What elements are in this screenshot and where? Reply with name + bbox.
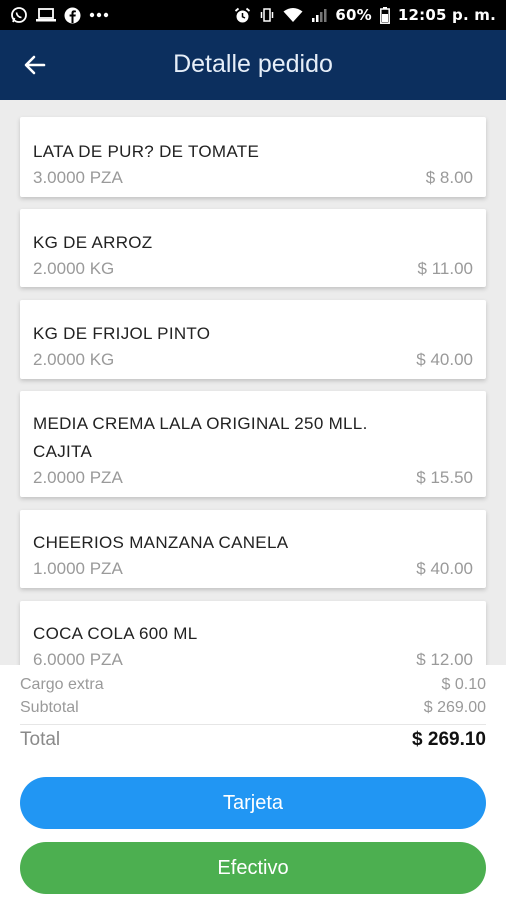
item-detail-row: 2.0000 KG $ 11.00 bbox=[33, 257, 473, 281]
extra-charge-row: Cargo extra $ 0.10 bbox=[20, 676, 486, 694]
list-item[interactable]: MEDIA CREMA LALA ORIGINAL 250 MLL. CAJIT… bbox=[20, 391, 486, 497]
list-item[interactable]: KG DE ARROZ 2.0000 KG $ 11.00 bbox=[20, 209, 486, 287]
item-price: $ 15.50 bbox=[416, 468, 473, 487]
item-name: COCA COLA 600 ML bbox=[33, 624, 198, 643]
item-quantity: 2.0000 KG bbox=[33, 350, 115, 369]
subtotal-row: Subtotal $ 269.00 bbox=[20, 699, 486, 717]
pay-cash-button[interactable]: Efectivo bbox=[20, 842, 486, 894]
item-price: $ 12.00 bbox=[416, 650, 473, 665]
vibrate-icon bbox=[259, 7, 275, 23]
total-value: $ 269.10 bbox=[412, 729, 486, 750]
page-title: Detalle pedido bbox=[173, 50, 333, 78]
divider bbox=[20, 724, 486, 725]
signal-icon bbox=[311, 7, 327, 23]
more-icon bbox=[89, 12, 109, 18]
status-bar: 60% 12:05 p. m. bbox=[0, 0, 506, 30]
item-quantity: 2.0000 PZA bbox=[33, 468, 123, 487]
subtotal-value: $ 269.00 bbox=[423, 699, 486, 716]
item-quantity: 1.0000 PZA bbox=[33, 559, 123, 578]
wifi-icon bbox=[283, 7, 303, 23]
status-right-icons: 60% 12:05 p. m. bbox=[234, 6, 496, 24]
totals-panel: Cargo extra $ 0.10 Subtotal $ 269.00 Tot… bbox=[0, 665, 506, 765]
extra-charge-label: Cargo extra bbox=[20, 676, 104, 693]
total-row: Total $ 269.10 bbox=[20, 729, 486, 751]
list-item[interactable]: COCA COLA 600 ML 6.0000 PZA $ 12.00 bbox=[20, 601, 486, 665]
battery-icon bbox=[379, 6, 390, 24]
item-quantity: 6.0000 PZA bbox=[33, 650, 123, 665]
item-detail-row: 1.0000 PZA $ 40.00 bbox=[33, 557, 473, 581]
item-price: $ 40.00 bbox=[416, 350, 473, 369]
list-item[interactable]: LATA DE PUR? DE TOMATE 3.0000 PZA $ 8.00 bbox=[20, 117, 486, 197]
order-items-list[interactable]: LATA DE PUR? DE TOMATE 3.0000 PZA $ 8.00… bbox=[0, 100, 506, 665]
item-name: CHEERIOS MANZANA CANELA bbox=[33, 533, 289, 552]
list-item[interactable]: KG DE FRIJOL PINTO 2.0000 KG $ 40.00 bbox=[20, 300, 486, 379]
payment-buttons: Tarjeta Efectivo bbox=[0, 765, 506, 900]
alarm-icon bbox=[234, 7, 251, 24]
pay-card-button[interactable]: Tarjeta bbox=[20, 777, 486, 829]
laptop-icon bbox=[36, 7, 56, 23]
facebook-icon bbox=[64, 7, 81, 24]
subtotal-label: Subtotal bbox=[20, 699, 79, 716]
item-price: $ 8.00 bbox=[425, 168, 473, 187]
item-detail-row: 3.0000 PZA $ 8.00 bbox=[33, 166, 473, 190]
battery-percent: 60% bbox=[335, 6, 372, 24]
item-name: KG DE FRIJOL PINTO bbox=[33, 324, 211, 343]
item-name: LATA DE PUR? DE TOMATE bbox=[33, 142, 260, 161]
extra-charge-value: $ 0.10 bbox=[441, 676, 486, 693]
item-price: $ 11.00 bbox=[417, 259, 473, 278]
app-bar: Detalle pedido bbox=[0, 30, 506, 100]
item-name: MEDIA CREMA LALA ORIGINAL 250 MLL. bbox=[33, 414, 368, 433]
list-item[interactable]: CHEERIOS MANZANA CANELA 1.0000 PZA $ 40.… bbox=[20, 510, 486, 588]
item-quantity: 3.0000 PZA bbox=[33, 168, 123, 187]
item-quantity: 2.0000 KG bbox=[33, 259, 115, 278]
status-left-icons bbox=[10, 6, 109, 24]
item-detail-row: 2.0000 PZA $ 15.50 bbox=[33, 466, 473, 490]
item-detail-row: 6.0000 PZA $ 12.00 bbox=[33, 648, 473, 665]
item-price: $ 40.00 bbox=[416, 559, 473, 578]
item-name-line2: CAJITA bbox=[33, 442, 93, 461]
item-detail-row: 2.0000 KG $ 40.00 bbox=[33, 348, 473, 372]
status-time: 12:05 p. m. bbox=[397, 6, 496, 24]
whatsapp-icon bbox=[10, 6, 28, 24]
item-name: KG DE ARROZ bbox=[33, 233, 153, 252]
total-label: Total bbox=[20, 729, 61, 750]
